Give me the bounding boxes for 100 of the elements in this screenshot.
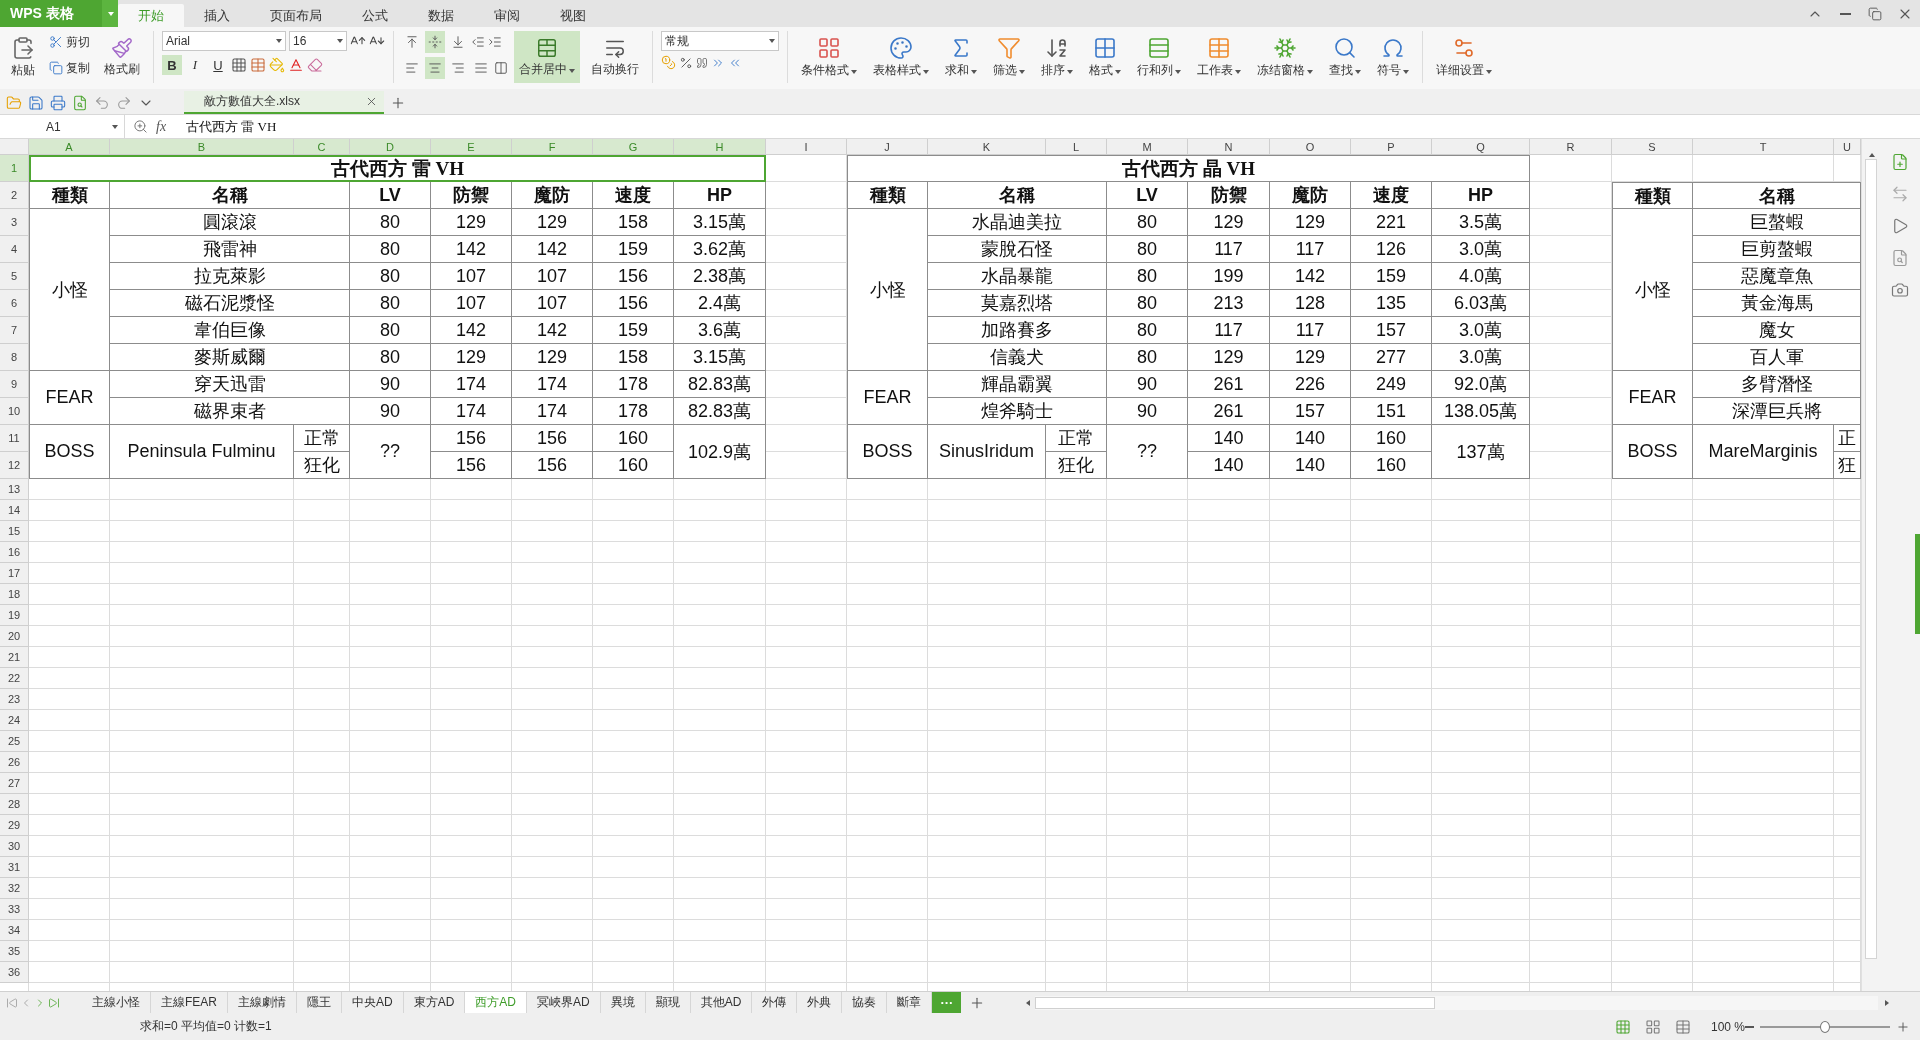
number-format-field[interactable]: 常规 <box>661 31 779 51</box>
formula-content[interactable]: 古代西方 雷 VH <box>186 117 277 136</box>
select-all-corner[interactable] <box>0 139 29 155</box>
ribbon-tool-button[interactable]: 表格样式 <box>868 31 934 83</box>
spreadsheet-grid[interactable] <box>0 139 1861 991</box>
column-header[interactable]: A <box>29 139 110 155</box>
document-tab[interactable]: 敵方數值大全.xlsx <box>184 91 384 114</box>
row-header[interactable]: 16 <box>0 542 29 563</box>
row-header[interactable]: 30 <box>0 836 29 857</box>
ribbon-tool-button[interactable]: 求和 <box>940 31 982 83</box>
paste-button[interactable]: 粘贴 <box>6 31 40 83</box>
row-header[interactable]: 12 <box>0 452 29 479</box>
ribbon-tool-button[interactable]: 行和列 <box>1132 31 1186 83</box>
ribbon-tool-button[interactable]: 排序 <box>1036 31 1078 83</box>
merge-center-button[interactable]: 合并居中 <box>514 31 580 83</box>
column-header[interactable]: B <box>110 139 294 155</box>
ribbon-tool-button[interactable]: 条件格式 <box>796 31 862 83</box>
row-header[interactable]: 22 <box>0 668 29 689</box>
name-box[interactable]: A1 <box>0 115 125 138</box>
row-header[interactable]: 32 <box>0 878 29 899</box>
row-header[interactable]: 29 <box>0 815 29 836</box>
row-header[interactable]: 33 <box>0 899 29 920</box>
row-header[interactable]: 25 <box>0 731 29 752</box>
wrap-text-button[interactable]: 自动换行 <box>586 31 644 83</box>
row-header[interactable]: 23 <box>0 689 29 710</box>
redo-icon <box>116 95 132 111</box>
column-header[interactable]: I <box>766 139 847 155</box>
cut-button[interactable]: 剪切 <box>46 31 93 53</box>
sheet-tab[interactable]: 西方AD <box>465 992 528 1013</box>
row-header[interactable]: 10 <box>0 398 29 425</box>
row-header[interactable]: 34 <box>0 920 29 941</box>
column-header[interactable]: E <box>431 139 512 155</box>
ribbon-tool-button[interactable]: 冻结窗格 <box>1252 31 1318 83</box>
column-header[interactable]: L <box>1046 139 1107 155</box>
row-header[interactable]: 5 <box>0 263 29 290</box>
menu-tab[interactable]: 视图 <box>540 4 606 27</box>
column-header[interactable]: S <box>1612 139 1693 155</box>
font-size-field[interactable]: 16 <box>289 31 347 51</box>
column-header[interactable]: P <box>1351 139 1432 155</box>
font-style-button[interactable]: I <box>185 55 205 75</box>
zoom-level[interactable]: 100 % <box>1710 1019 1745 1034</box>
row-header[interactable]: 3 <box>0 209 29 236</box>
menu-tab[interactable]: 插入 <box>184 4 250 27</box>
vertical-scrollbar[interactable] <box>1861 139 1880 991</box>
ribbon-tool-button[interactable]: 工作表 <box>1192 31 1246 83</box>
row-header[interactable]: 2 <box>0 182 29 209</box>
ribbon-tool-button[interactable]: 格式 <box>1084 31 1126 83</box>
column-header[interactable]: U <box>1834 139 1861 155</box>
font-style-button[interactable]: U <box>208 55 228 75</box>
font-name-field[interactable]: Arial <box>162 31 286 51</box>
row-header[interactable]: 13 <box>0 479 29 500</box>
horizontal-align-button[interactable] <box>425 57 445 79</box>
function-label[interactable]: fx <box>156 118 167 135</box>
menu-tab[interactable]: 审阅 <box>474 4 540 27</box>
row-header[interactable]: 9 <box>0 371 29 398</box>
row-header[interactable]: 21 <box>0 647 29 668</box>
format-painter-button[interactable]: 格式刷 <box>99 31 145 83</box>
table-cell: 159 <box>593 317 674 344</box>
font-style-button[interactable]: B <box>162 55 182 75</box>
column-header[interactable]: R <box>1530 139 1612 155</box>
menu-tab[interactable]: 数据 <box>408 4 474 27</box>
column-header[interactable]: J <box>847 139 928 155</box>
column-header[interactable]: G <box>593 139 674 155</box>
row-header[interactable]: 11 <box>0 425 29 452</box>
ribbon-tool-button[interactable]: 详细设置 <box>1431 31 1497 83</box>
row-header[interactable]: 24 <box>0 710 29 731</box>
row-header[interactable]: 14 <box>0 500 29 521</box>
row-header[interactable]: 31 <box>0 857 29 878</box>
column-header[interactable]: Q <box>1432 139 1530 155</box>
row-header[interactable]: 26 <box>0 752 29 773</box>
row-header[interactable]: 4 <box>0 236 29 263</box>
row-header[interactable]: 35 <box>0 941 29 962</box>
copy-button[interactable]: 复制 <box>46 57 93 79</box>
ribbon-tool-button[interactable]: 符号 <box>1372 31 1414 83</box>
menu-tab[interactable]: 页面布局 <box>250 4 342 27</box>
row-header[interactable]: 1 <box>0 155 29 182</box>
column-header[interactable]: K <box>928 139 1046 155</box>
row-header[interactable]: 18 <box>0 584 29 605</box>
ribbon-tool-button[interactable]: 筛选 <box>988 31 1030 83</box>
row-header[interactable]: 7 <box>0 317 29 344</box>
ribbon-tool-button[interactable]: 查找 <box>1324 31 1366 83</box>
column-header[interactable]: T <box>1693 139 1834 155</box>
row-header[interactable]: 19 <box>0 605 29 626</box>
row-header[interactable]: 6 <box>0 290 29 317</box>
vertical-align-button[interactable] <box>425 31 445 53</box>
menu-tab[interactable]: 公式 <box>342 4 408 27</box>
column-header[interactable]: N <box>1188 139 1270 155</box>
table-cell: 信義犬 <box>928 344 1107 371</box>
column-header[interactable]: C <box>294 139 350 155</box>
row-header[interactable]: 17 <box>0 563 29 584</box>
row-header[interactable]: 36 <box>0 962 29 983</box>
row-header[interactable]: 15 <box>0 521 29 542</box>
zoom-out-icon[interactable] <box>1745 1025 1754 1028</box>
column-header[interactable]: O <box>1270 139 1351 155</box>
column-header[interactable]: M <box>1107 139 1188 155</box>
row-header[interactable]: 28 <box>0 794 29 815</box>
row-header[interactable]: 20 <box>0 626 29 647</box>
row-header[interactable]: 27 <box>0 773 29 794</box>
row-header[interactable]: 8 <box>0 344 29 371</box>
column-header[interactable]: D <box>350 139 431 155</box>
